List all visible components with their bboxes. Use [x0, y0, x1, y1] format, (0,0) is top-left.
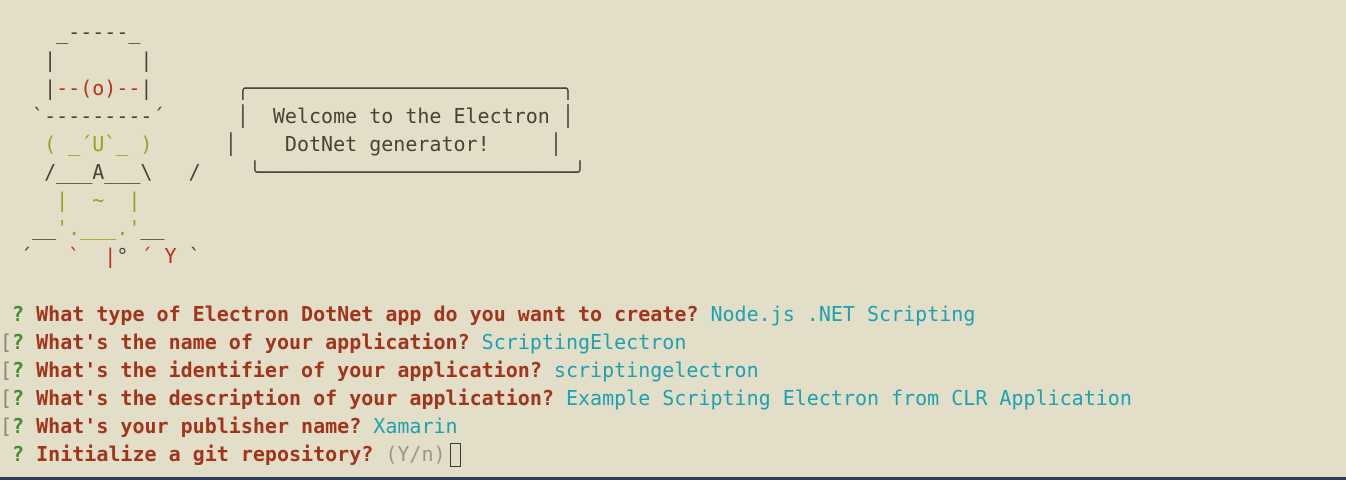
hat-stripe: --(o)--	[56, 76, 141, 100]
terminal-window: _-----_ | | |--(o)--| ╭─────────────────…	[0, 0, 1346, 480]
line-prefix	[0, 442, 12, 466]
prompt-answer: Xamarin	[373, 414, 458, 438]
prompt-question: Initialize a git repository?	[36, 442, 374, 466]
line-prefix	[0, 302, 12, 326]
ascii-line: | |	[20, 48, 153, 72]
prompt-answer: Node.js .NET Scripting	[710, 302, 976, 326]
prompt-line: [? What's your publisher name? Xamarin	[0, 412, 1346, 440]
text-cursor-input[interactable]	[449, 443, 461, 467]
speech-bubble-bottom: ╰──────────────────────────╯	[200, 160, 586, 184]
question-mark-icon: ?	[12, 330, 25, 354]
ascii-line: `	[176, 244, 201, 268]
yeoman-body: | ~ |	[56, 188, 141, 212]
yeoman-face: ( _´U`_ )	[44, 132, 153, 156]
prompt-question: What's the description of your applicati…	[36, 386, 554, 410]
prompt-question: What's the name of your application?	[36, 330, 470, 354]
line-prefix: [	[0, 358, 13, 382]
prompt-question: What type of Electron DotNet app do you …	[36, 302, 699, 326]
prompt-answer: scriptingelectron	[553, 358, 759, 382]
ascii-line: A	[92, 160, 105, 184]
question-mark-icon: ?	[12, 302, 25, 326]
ascii-line: /___	[20, 160, 93, 184]
line-prefix: [	[0, 330, 13, 354]
yeoman-body: '.___.'	[56, 216, 141, 240]
question-mark-icon: ?	[12, 358, 25, 382]
prompt-line: [? What's the description of your applic…	[0, 384, 1346, 412]
prompt-answer: Example Scripting Electron from CLR Appl…	[565, 386, 1132, 410]
ascii-line: ` |	[68, 244, 117, 268]
prompt-default-hint: (Y/n)	[385, 442, 446, 466]
prompt-question: What's your publisher name?	[36, 414, 362, 438]
speech-bubble-top: ╭──────────────────────────╮	[152, 76, 574, 100]
prompt-line: ? What type of Electron DotNet app do yo…	[0, 300, 1346, 328]
question-mark-icon: ?	[12, 442, 25, 466]
ascii-line: __	[20, 216, 57, 240]
prompt-line: [? What's the name of your application? …	[0, 328, 1346, 356]
prompt-question: What's the identifier of your applicatio…	[36, 358, 542, 382]
ascii-line: °	[116, 244, 141, 268]
question-mark-icon: ?	[12, 386, 25, 410]
ascii-line: _-----_	[20, 20, 141, 44]
prompt-line-active[interactable]: ? Initialize a git repository? (Y/n)	[0, 440, 1346, 468]
prompt-list: ? What type of Electron DotNet app do yo…	[0, 300, 1346, 468]
yeoman-ascii-art: _-----_ | | |--(o)--| ╭─────────────────…	[20, 18, 586, 270]
ascii-line	[20, 188, 56, 212]
prompt-line: [? What's the identifier of your applica…	[0, 356, 1346, 384]
ascii-line: ´ Y	[140, 244, 177, 268]
ascii-line: |	[20, 76, 57, 100]
ascii-line: ___\ /	[104, 160, 201, 184]
ascii-line: |	[140, 76, 153, 100]
speech-bubble-line-1: `---------´ │ Welcome to the Electron │	[20, 104, 574, 128]
speech-bubble-line-2: │ DotNet generator! │	[152, 132, 562, 156]
line-prefix: [	[0, 414, 13, 438]
ascii-line: __	[140, 216, 165, 240]
ascii-line: ´	[20, 244, 69, 268]
prompt-answer: ScriptingElectron	[481, 330, 687, 354]
ascii-line	[20, 132, 44, 156]
line-prefix: [	[0, 386, 13, 410]
question-mark-icon: ?	[12, 414, 25, 438]
